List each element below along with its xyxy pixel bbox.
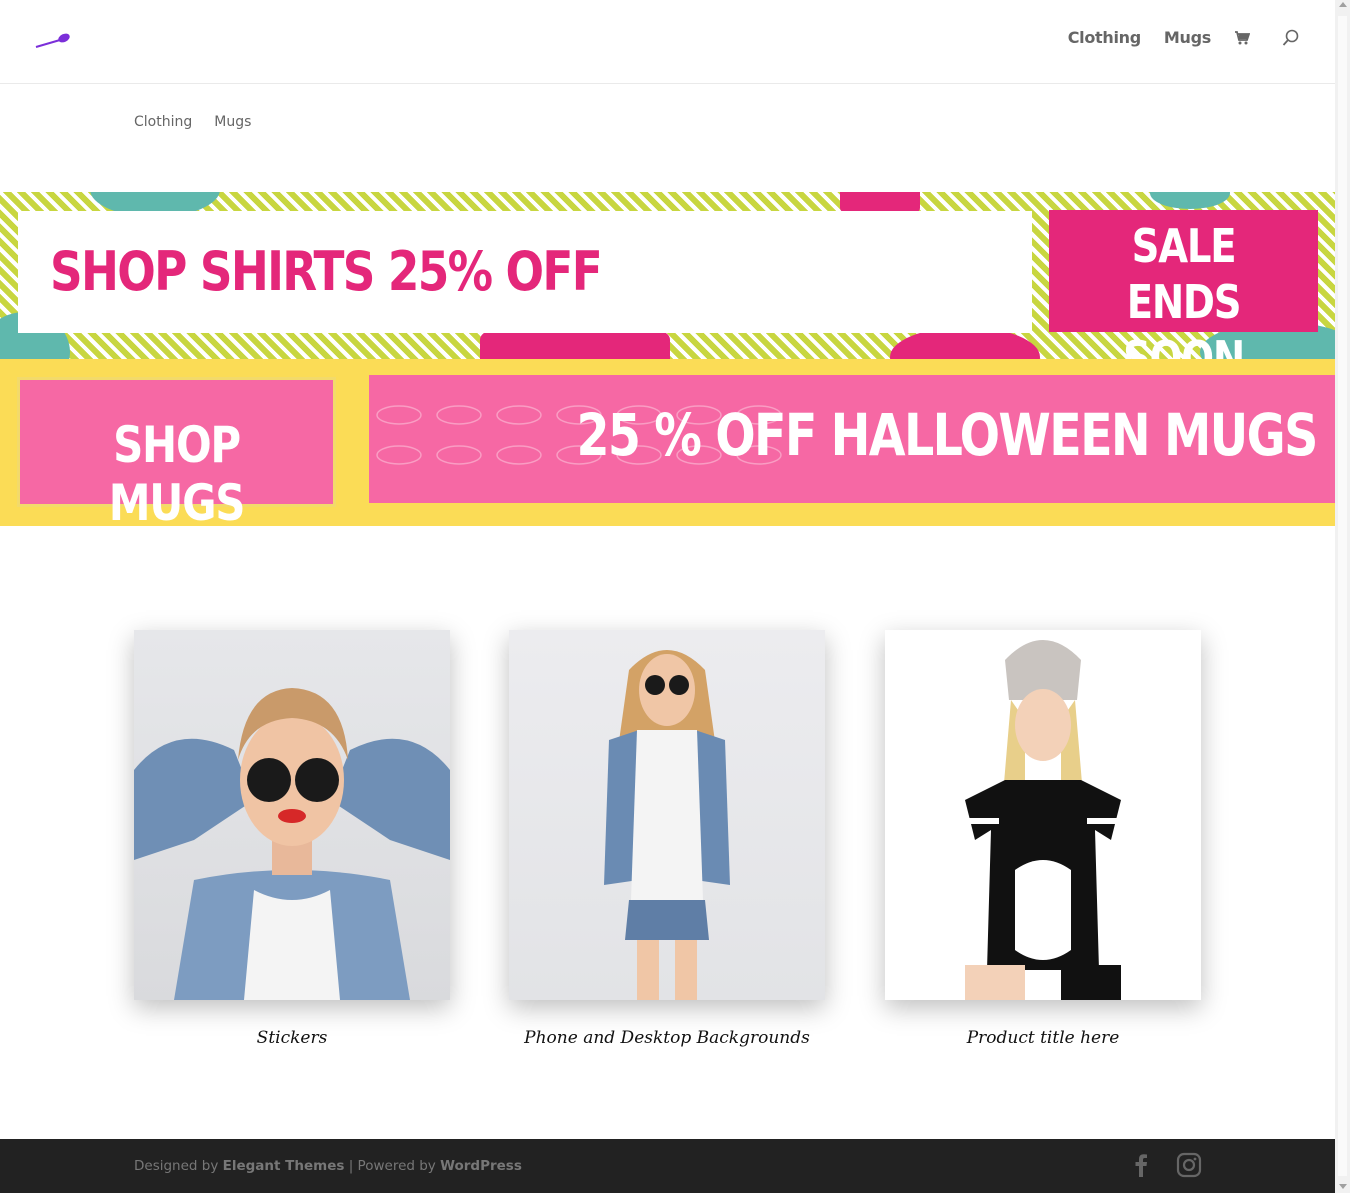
page: Clothing Mugs Clothing Mugs SHOP SHIRTS … — [0, 0, 1350, 1193]
scroll-up-icon[interactable] — [1339, 2, 1347, 7]
main-nav: Clothing Mugs — [1068, 28, 1300, 47]
halloween-mugs-headline: 25 % OFF HALLOWEEN MUGS — [576, 401, 1319, 469]
site-header: Clothing Mugs — [0, 0, 1335, 84]
decor-blob — [480, 332, 670, 359]
product-title[interactable]: Stickers — [134, 1028, 450, 1048]
submenu-mugs[interactable]: Mugs — [214, 114, 251, 130]
elegant-themes-link[interactable]: Elegant Themes — [223, 1158, 345, 1174]
footer-credits: Designed by Elegant Themes | Powered by … — [134, 1158, 522, 1174]
mugs-sale-banner: SHOP MUGS 25 % OFF HALLOWEEN MUGS — [0, 359, 1335, 526]
scroll-down-icon[interactable] — [1339, 1184, 1347, 1189]
category-submenu: Clothing Mugs — [134, 114, 273, 130]
product-title[interactable]: Phone and Desktop Backgrounds — [509, 1028, 825, 1048]
page-scrollbar[interactable] — [1335, 0, 1350, 1193]
product-image[interactable] — [134, 630, 450, 1000]
decor-blob — [840, 192, 920, 212]
shop-mugs-button[interactable]: SHOP MUGS — [17, 377, 336, 526]
nav-clothing[interactable]: Clothing — [1068, 28, 1141, 47]
site-footer: Designed by Elegant Themes | Powered by … — [0, 1139, 1335, 1193]
product-card[interactable]: Stickers — [134, 630, 450, 1048]
social-links — [1106, 1152, 1202, 1178]
badge-line-2: SOON — [1123, 331, 1245, 359]
wordpress-link[interactable]: WordPress — [440, 1158, 522, 1174]
nav-mugs[interactable]: Mugs — [1164, 28, 1211, 47]
product-card[interactable]: Product title here — [885, 630, 1201, 1048]
badge-line-1: SALE ENDS — [1126, 219, 1242, 329]
sale-ends-badge: SALE ENDS SOON — [1049, 210, 1318, 359]
credits-prefix: Designed by — [134, 1158, 223, 1174]
product-title[interactable]: Product title here — [885, 1028, 1201, 1048]
decor-blob — [1150, 192, 1230, 209]
submenu-clothing[interactable]: Clothing — [134, 114, 192, 130]
instagram-icon[interactable] — [1176, 1152, 1202, 1178]
product-image[interactable] — [509, 630, 825, 1000]
shopping-cart-icon[interactable] — [1234, 30, 1251, 46]
shirts-headline: SHOP SHIRTS 25% OFF — [50, 240, 603, 303]
shop-mugs-label: SHOP MUGS — [108, 416, 246, 526]
site-logo[interactable] — [34, 30, 74, 50]
search-icon[interactable] — [1282, 29, 1300, 47]
product-grid: Stickers Phone and Desktop Backgrounds P… — [134, 630, 1201, 1050]
product-image[interactable] — [885, 630, 1201, 1000]
facebook-icon[interactable] — [1128, 1152, 1154, 1178]
shirts-sale-banner[interactable]: SHOP SHIRTS 25% OFF SALE ENDS SOON — [0, 192, 1335, 359]
product-card[interactable]: Phone and Desktop Backgrounds — [509, 630, 825, 1048]
halloween-mugs-panel[interactable]: 25 % OFF HALLOWEEN MUGS — [369, 375, 1335, 503]
scrollbar-thumb[interactable] — [1338, 16, 1347, 1176]
credits-separator: | Powered by — [344, 1158, 441, 1174]
